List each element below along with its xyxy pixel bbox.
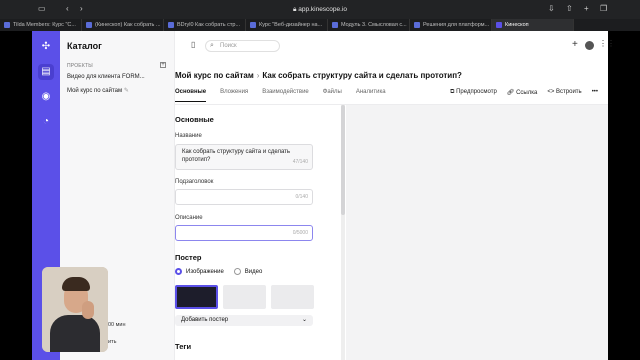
catalog-title: Каталог [67, 41, 102, 51]
tab-attachments[interactable]: Вложения [220, 89, 248, 102]
chevron-down-icon: ⌄ [301, 317, 307, 323]
toolbar-actions: ⧉ Предпросмотр 🔗︎ Ссылка <> Встроить ••• [450, 89, 598, 96]
radio-video[interactable] [233, 268, 241, 275]
browser-tab[interactable]: ​BDryl0 Как собрать стр... [164, 19, 246, 31]
description-counter: 0/5000 [292, 230, 308, 236]
poster-title: Постер [175, 253, 202, 262]
app-window: ✣ ▤ ◉ ◔ Каталог ПРОЕКТЫ + Видео для клие… [32, 31, 615, 360]
browser-tab[interactable]: Курс "Веб-дизайнер на... [246, 19, 328, 31]
back-icon[interactable]: ‹ [66, 4, 69, 14]
webcam-person-hair [62, 277, 90, 291]
browser-tab-row: Tilda Members: Курс "С... (Кинескоп) Как… [0, 19, 640, 31]
poster-type-radio-group: Изображение Видео [175, 268, 262, 275]
sidebar-project-item[interactable]: Видео для клиента FORM... [67, 74, 145, 80]
subtitle-counter: 0/140 [295, 194, 308, 200]
breadcrumb-parent[interactable]: Мой курс по сайтам [175, 71, 254, 80]
panel-toggle-icon[interactable]: ▯ [191, 40, 195, 49]
name-counter: 47/140 [292, 159, 308, 165]
new-tab-icon[interactable]: + [584, 4, 589, 14]
browser-tab[interactable]: Решения для платформ... [410, 19, 492, 31]
description-field[interactable]: 0/5000 [175, 225, 313, 241]
tab-main[interactable]: Основные [175, 89, 207, 102]
webcam-person-hand [82, 301, 94, 319]
preview-button[interactable]: ⧉ Предпросмотр [450, 89, 497, 96]
description-label: Описание [175, 215, 203, 221]
catalog-icon[interactable]: ▤ [38, 64, 54, 80]
apps-grid-icon[interactable]: ⋮⋮ [599, 39, 615, 48]
tab-favicon-icon [332, 22, 338, 28]
tags-title: Теги [175, 342, 192, 351]
settings-form: Основные Название Как собрать структуру … [175, 105, 333, 360]
tab-favicon-icon [496, 22, 502, 28]
tab-favicon-icon [250, 22, 256, 28]
poster-thumbnail-selected[interactable] [175, 285, 218, 309]
search-input[interactable]: ⌕ Поиск [205, 40, 280, 52]
webcam-overlay [42, 267, 108, 352]
projects-label: ПРОЕКТЫ [67, 63, 93, 69]
share-icon[interactable]: ⇧ [566, 4, 573, 14]
add-poster-button[interactable]: Добавить постер ⌄ [175, 315, 313, 326]
subtitle-field[interactable]: 0/140 [175, 189, 313, 205]
tab-files[interactable]: Файлы [323, 89, 342, 102]
edit-icon[interactable]: ✎ [124, 88, 129, 94]
tab-favicon-icon [86, 22, 92, 28]
analytics-icon[interactable]: ◔ [38, 114, 54, 130]
page-title: Как собрать структуру сайта и сделать пр… [262, 71, 462, 80]
scrollbar[interactable] [341, 105, 345, 360]
tab-interaction[interactable]: Взаимодействие [262, 89, 309, 102]
browser-tab[interactable]: (Кинескоп) Как собрать ... [82, 19, 164, 31]
name-field[interactable]: Как собрать структуру сайта и сделать пр… [175, 144, 313, 170]
topbar: ▯ ⌕ Поиск + ⋮⋮ [175, 39, 615, 53]
poster-thumbnails [175, 285, 314, 309]
tabs-overview-icon[interactable]: ❐ [600, 4, 607, 14]
link-icon: 🔗︎ [506, 90, 517, 96]
address-bar[interactable]: 🔒︎ app.kinescope.io [250, 4, 390, 15]
poster-thumbnail[interactable] [223, 285, 266, 309]
breadcrumb: Мой курс по сайтам › Как собрать структуру… [175, 71, 462, 80]
avatar[interactable] [585, 41, 594, 50]
tab-favicon-icon [4, 22, 10, 28]
name-label: Название [175, 133, 202, 139]
forward-icon[interactable]: › [80, 4, 83, 14]
sidebar-project-item-active[interactable]: Мой курс по сайтам ✎ [67, 87, 129, 94]
sidebar-toggle-icon[interactable]: ▭ [38, 4, 46, 14]
section-title: Основные [175, 115, 214, 124]
add-icon[interactable]: + [572, 39, 578, 50]
browser-tab[interactable]: Модуль 3. Смысловая с... [328, 19, 410, 31]
tab-favicon-icon [414, 22, 420, 28]
radio-image[interactable] [175, 268, 182, 275]
poster-thumbnail[interactable] [271, 285, 314, 309]
tab-favicon-icon [168, 22, 174, 28]
webcam-person-body [50, 315, 100, 352]
more-button[interactable]: ••• [592, 89, 598, 96]
embed-button[interactable]: <> Встроить [547, 89, 581, 96]
logo-icon[interactable]: ✣ [38, 39, 54, 55]
main-panel: ▯ ⌕ Поиск + ⋮⋮ Мой курс по сайтам › Как со… [175, 31, 615, 360]
live-icon[interactable]: ◉ [38, 89, 54, 105]
search-icon: ⌕ [210, 42, 214, 49]
breadcrumb-separator: › [256, 71, 260, 80]
download-icon[interactable]: ⇩ [548, 4, 555, 14]
link-button[interactable]: 🔗︎ Ссылка [507, 89, 538, 96]
tab-analytics[interactable]: Аналитика [356, 89, 386, 102]
scroll-thumb[interactable] [341, 105, 345, 215]
browser-tab-active[interactable]: Кинескоп [492, 19, 574, 31]
code-icon: <> [547, 89, 557, 95]
add-project-button[interactable]: + [160, 62, 166, 68]
video-preview-area [346, 105, 608, 360]
subtitle-label: Подзаголовок [175, 179, 214, 185]
browser-tab[interactable]: Tilda Members: Курс "С... [0, 19, 82, 31]
